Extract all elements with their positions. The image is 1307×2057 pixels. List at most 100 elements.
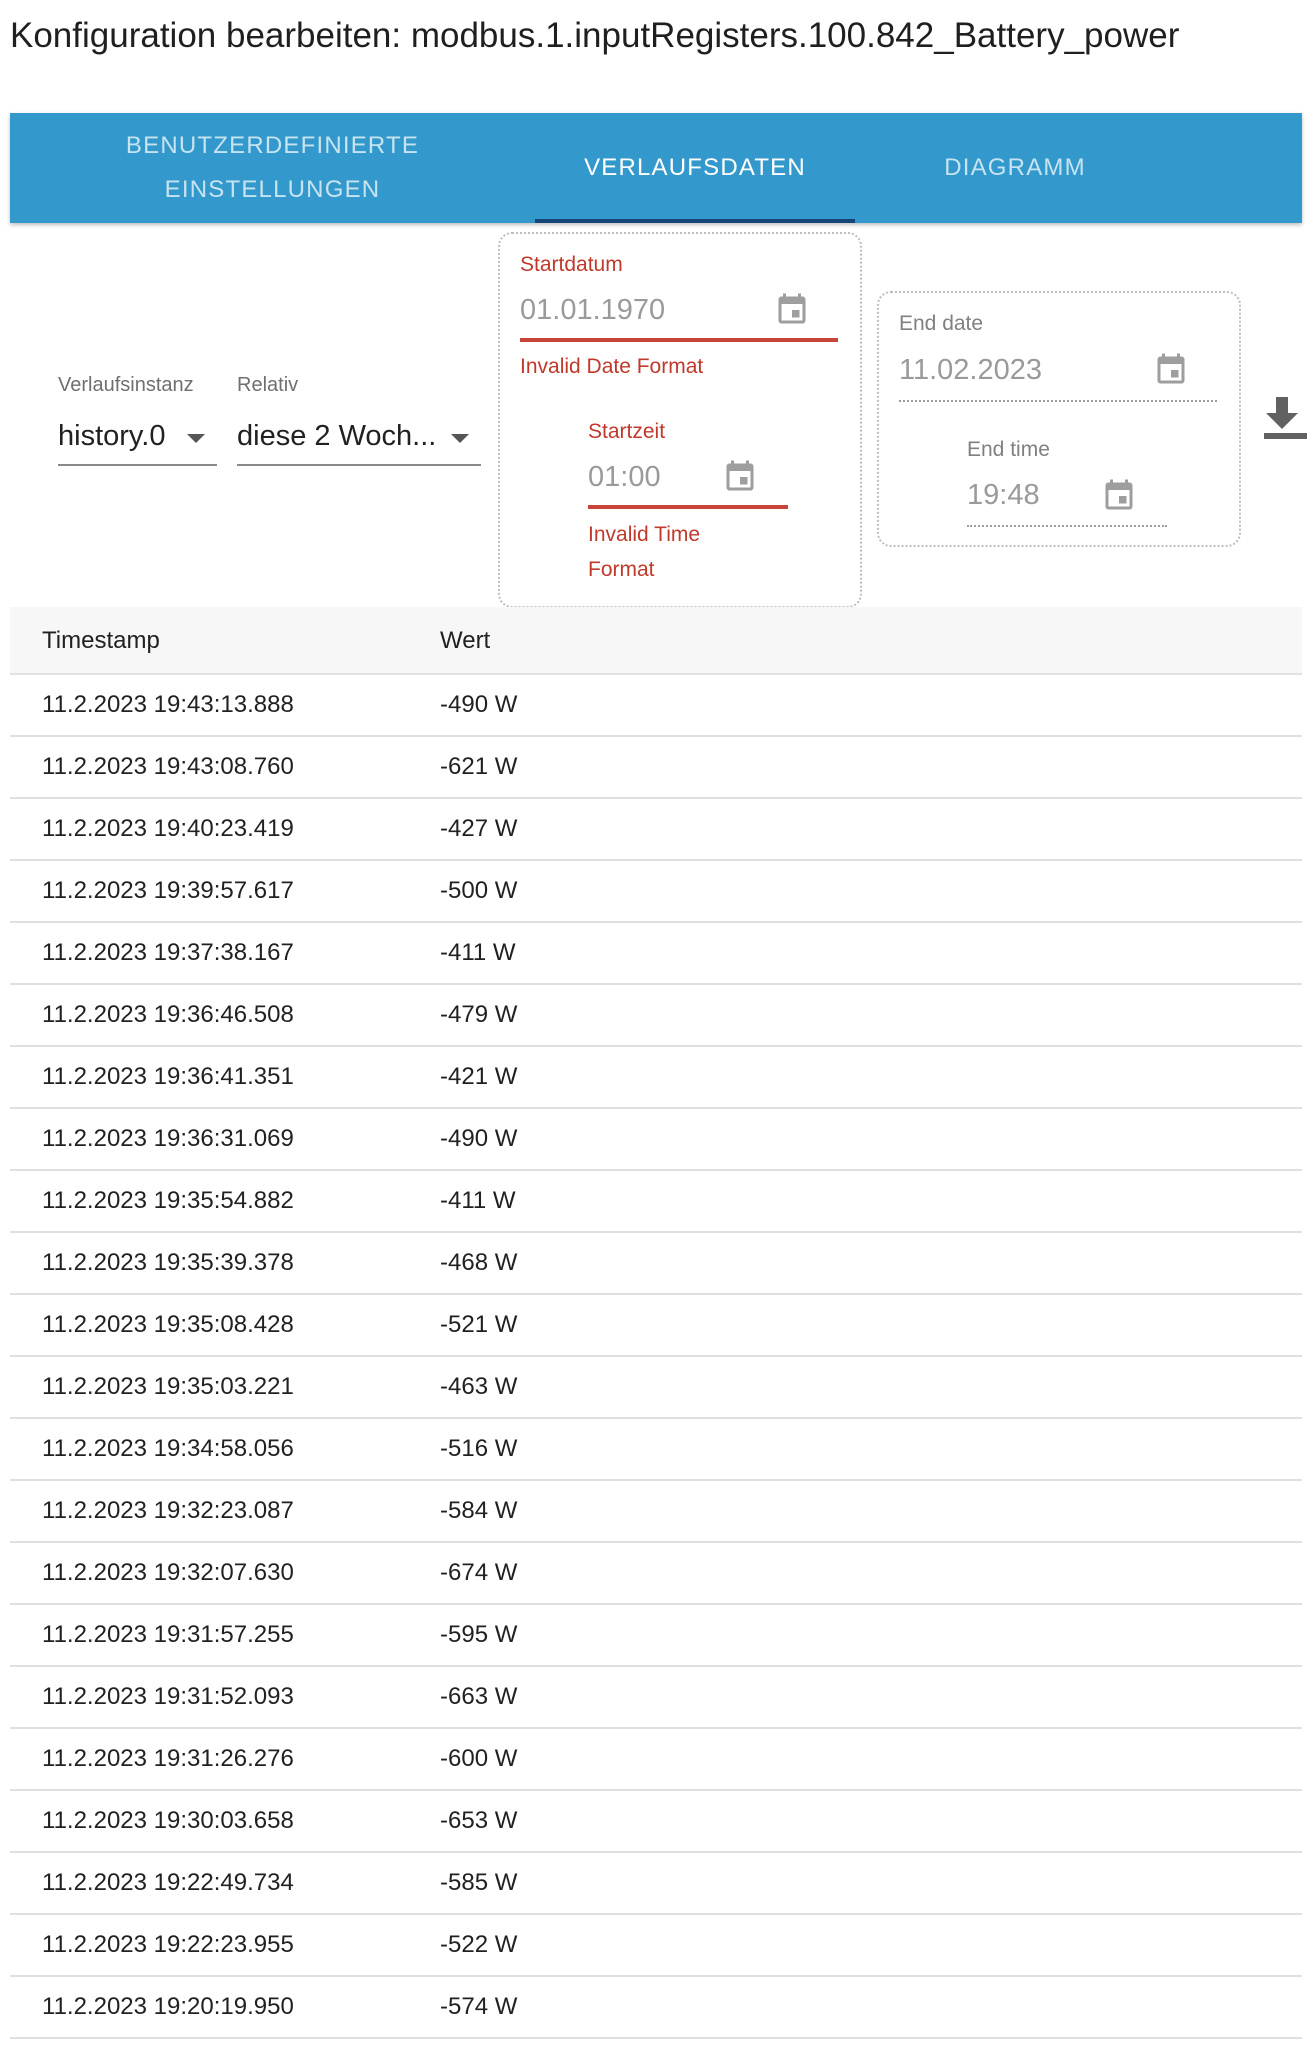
start-time-error: Invalid Time Format [588,517,700,587]
tab-chart[interactable]: DIAGRAMM [855,113,1175,223]
value-cell: -500 W [440,877,518,904]
table-row[interactable]: 11.2.2023 19:40:23.419 -427 W [10,799,1302,861]
timestamp-cell: 11.2.2023 19:31:57.255 [42,1621,294,1648]
timestamp-cell: 11.2.2023 19:35:03.221 [42,1373,294,1400]
end-time-label: End time [967,438,1050,461]
start-date-input[interactable]: 01.01.1970 [520,294,665,327]
timestamp-cell: 11.2.2023 19:43:13.888 [42,691,294,718]
start-date-error: Invalid Date Format [520,355,704,378]
table-row[interactable]: 11.2.2023 19:31:57.255 -595 W [10,1605,1302,1667]
timestamp-cell: 11.2.2023 19:35:08.428 [42,1311,294,1338]
download-icon[interactable] [1262,395,1307,445]
table-row[interactable]: 11.2.2023 19:35:39.378 -468 W [10,1233,1302,1295]
table-row[interactable]: 11.2.2023 19:35:08.428 -521 W [10,1295,1302,1357]
value-cell: -621 W [440,753,518,780]
table-row[interactable]: 11.2.2023 19:31:52.093 -663 W [10,1667,1302,1729]
relative-select[interactable]: diese 2 Woch... [237,414,481,466]
timestamp-cell: 11.2.2023 19:31:52.093 [42,1683,294,1710]
calendar-icon[interactable] [1153,352,1189,388]
active-tab-indicator [535,219,855,223]
value-cell: -490 W [440,1125,518,1152]
value-cell: -653 W [440,1807,518,1834]
tab-custom-settings[interactable]: BENUTZERDEFINIERTE EINSTELLUNGEN [10,113,535,223]
value-cell: -411 W [440,939,516,966]
table-row[interactable]: 11.2.2023 19:31:26.276 -600 W [10,1729,1302,1791]
timestamp-cell: 11.2.2023 19:40:23.419 [42,815,294,842]
table-row[interactable]: 11.2.2023 19:35:54.882 -411 W [10,1171,1302,1233]
calendar-icon[interactable] [1101,478,1137,514]
table-row[interactable]: 11.2.2023 19:32:07.630 -674 W [10,1543,1302,1605]
history-table-body: 11.2.2023 19:43:13.888 -490 W 11.2.2023 19… [10,675,1302,2039]
page-title: Konfiguration bearbeiten: modbus.1.input… [10,16,1180,55]
table-row[interactable]: 11.2.2023 19:37:38.167 -411 W [10,923,1302,985]
timestamp-cell: 11.2.2023 19:32:23.087 [42,1497,294,1524]
table-row[interactable]: 11.2.2023 19:36:31.069 -490 W [10,1109,1302,1171]
timestamp-cell: 11.2.2023 19:35:39.378 [42,1249,294,1276]
table-row[interactable]: 11.2.2023 19:43:08.760 -621 W [10,737,1302,799]
relative-select-value: diese 2 Woch... [237,420,437,452]
value-cell: -463 W [440,1373,518,1400]
tab-label-line-2: EINSTELLUNGEN [164,176,381,203]
table-row[interactable]: 11.2.2023 19:34:58.056 -516 W [10,1419,1302,1481]
timestamp-cell: 11.2.2023 19:36:46.508 [42,1001,294,1028]
start-time-underline [588,505,788,509]
start-time-label: Startzeit [588,420,666,443]
value-cell: -584 W [440,1497,518,1524]
tab-chart-label: DIAGRAMM [944,154,1086,181]
value-cell: -411 W [440,1187,516,1214]
table-row[interactable]: 11.2.2023 19:39:57.617 -500 W [10,861,1302,923]
value-cell: -421 W [440,1063,518,1090]
end-date-input[interactable]: 11.02.2023 [899,354,1042,387]
calendar-icon[interactable] [722,459,758,495]
value-cell: -521 W [440,1311,518,1338]
tab-label-line-1: BENUTZERDEFINIERTE [125,132,420,159]
value-cell: -674 W [440,1559,518,1586]
timestamp-cell: 11.2.2023 19:20:19.950 [42,1993,294,2020]
table-row[interactable]: 11.2.2023 19:22:23.955 -522 W [10,1915,1302,1977]
end-time-underline [967,525,1167,527]
timestamp-cell: 11.2.2023 19:36:41.351 [42,1063,294,1090]
value-cell: -468 W [440,1249,518,1276]
value-cell: -427 W [440,815,518,842]
timestamp-cell: 11.2.2023 19:22:23.955 [42,1931,294,1958]
value-cell: -663 W [440,1683,518,1710]
column-header-value[interactable]: Wert [440,627,490,655]
value-cell: -574 W [440,1993,518,2020]
timestamp-cell: 11.2.2023 19:30:03.658 [42,1807,294,1834]
table-row[interactable]: 11.2.2023 19:20:19.950 -574 W [10,1977,1302,2039]
chevron-down-icon [187,434,205,443]
end-time-input[interactable]: 19:48 [967,479,1040,512]
calendar-icon[interactable] [774,292,810,328]
instance-select[interactable]: history.0 [58,414,217,466]
timestamp-cell: 11.2.2023 19:43:08.760 [42,753,294,780]
timestamp-cell: 11.2.2023 19:32:07.630 [42,1559,294,1586]
instance-label: Verlaufsinstanz [58,374,194,396]
table-row[interactable]: 11.2.2023 19:36:41.351 -421 W [10,1047,1302,1109]
end-date-underline [899,400,1217,402]
tab-history-data-label: VERLAUFSDATEN [584,154,806,181]
tab-history-data[interactable]: VERLAUFSDATEN [535,113,855,223]
tab-custom-settings-label: BENUTZERDEFINIERTE EINSTELLUNGEN [126,124,419,212]
timestamp-cell: 11.2.2023 19:31:26.276 [42,1745,294,1772]
table-row[interactable]: 11.2.2023 19:32:23.087 -584 W [10,1481,1302,1543]
start-time-input[interactable]: 01:00 [588,461,661,494]
tab-bar: BENUTZERDEFINIERTE EINSTELLUNGEN VERLAUF… [10,113,1302,223]
timestamp-cell: 11.2.2023 19:34:58.056 [42,1435,294,1462]
start-time-error-line-2: Format [588,558,655,581]
start-date-underline [520,338,838,342]
table-header: Timestamp Wert [10,607,1302,675]
column-header-timestamp[interactable]: Timestamp [42,627,160,655]
table-row[interactable]: 11.2.2023 19:43:13.888 -490 W [10,675,1302,737]
value-cell: -595 W [440,1621,518,1648]
value-cell: -490 W [440,691,518,718]
table-row[interactable]: 11.2.2023 19:35:03.221 -463 W [10,1357,1302,1419]
value-cell: -585 W [440,1869,518,1896]
table-row[interactable]: 11.2.2023 19:22:49.734 -585 W [10,1853,1302,1915]
start-date-label: Startdatum [520,253,623,276]
value-cell: -522 W [440,1931,518,1958]
table-row[interactable]: 11.2.2023 19:36:46.508 -479 W [10,985,1302,1047]
timestamp-cell: 11.2.2023 19:36:31.069 [42,1125,294,1152]
start-time-error-line-1: Invalid Time [588,523,701,546]
timestamp-cell: 11.2.2023 19:39:57.617 [42,877,294,904]
table-row[interactable]: 11.2.2023 19:30:03.658 -653 W [10,1791,1302,1853]
